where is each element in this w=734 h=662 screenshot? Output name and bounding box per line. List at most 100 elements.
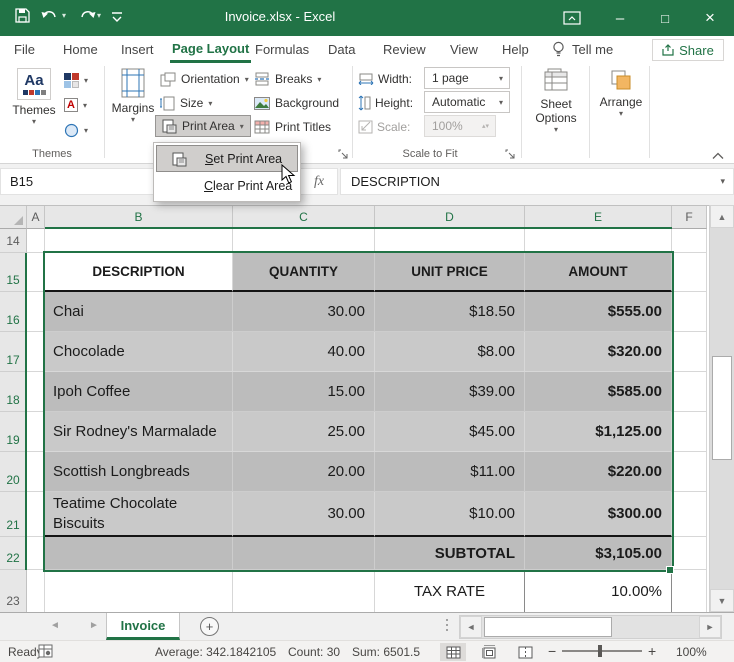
cell-B23[interactable] bbox=[45, 570, 233, 613]
sheet-nav-right-icon[interactable]: ► bbox=[89, 620, 99, 631]
tell-me-box[interactable]: Tell me bbox=[552, 36, 613, 63]
share-button[interactable]: Share bbox=[652, 39, 724, 61]
cell-C15[interactable]: QUANTITY bbox=[233, 253, 375, 292]
themes-button[interactable]: Aa Themes ▾ bbox=[10, 68, 58, 126]
macro-record-icon[interactable] bbox=[38, 644, 53, 661]
tab-page-layout[interactable]: Page Layout bbox=[170, 36, 251, 63]
scroll-right-icon[interactable]: ► bbox=[699, 616, 721, 638]
cell-A19[interactable] bbox=[27, 412, 45, 452]
column-header-e[interactable]: E bbox=[525, 206, 672, 229]
tab-insert[interactable]: Insert bbox=[119, 36, 156, 63]
row-header-18[interactable]: 18 bbox=[0, 372, 27, 412]
horizontal-scrollbar[interactable]: ◄ ► bbox=[459, 615, 722, 639]
redo-button[interactable]: ▾ bbox=[76, 9, 101, 23]
margins-button[interactable]: Margins ▾ bbox=[110, 68, 156, 124]
zoom-level[interactable]: 100% bbox=[676, 645, 707, 659]
normal-view-icon[interactable] bbox=[440, 643, 466, 661]
cell-C21[interactable]: 30.00 bbox=[233, 492, 375, 537]
cell-B22[interactable] bbox=[45, 537, 233, 570]
maximize-button[interactable]: □ bbox=[643, 0, 687, 36]
zoom-out-button[interactable]: − bbox=[548, 643, 556, 659]
row-header-16[interactable]: 16 bbox=[0, 292, 27, 332]
customize-qat-icon[interactable] bbox=[111, 9, 123, 23]
cell-C14[interactable] bbox=[233, 229, 375, 253]
breaks-button[interactable]: Breaks ▾ bbox=[254, 68, 321, 90]
cell-A16[interactable] bbox=[27, 292, 45, 332]
cell-D17[interactable]: $8.00 bbox=[375, 332, 525, 372]
cell-F14[interactable] bbox=[672, 229, 707, 253]
insert-function-button[interactable]: fx bbox=[300, 168, 338, 195]
cell-C22[interactable] bbox=[233, 537, 375, 570]
cell-D23[interactable]: TAX RATE bbox=[375, 570, 525, 613]
cell-F22[interactable] bbox=[672, 537, 707, 570]
select-all-button[interactable] bbox=[0, 206, 27, 229]
scale-spinner[interactable]: 100% ▴▾ bbox=[424, 115, 496, 137]
scroll-up-icon[interactable]: ▲ bbox=[710, 205, 734, 228]
width-select[interactable]: 1 page ▾ bbox=[424, 67, 510, 89]
orientation-button[interactable]: Orientation ▾ bbox=[160, 68, 249, 90]
cell-D15[interactable]: UNIT PRICE bbox=[375, 253, 525, 292]
tab-home[interactable]: Home bbox=[61, 36, 100, 63]
menu-item-set-print-area[interactable]: Set Print Area bbox=[156, 145, 298, 172]
cell-B19[interactable]: Sir Rodney's Marmalade bbox=[45, 412, 233, 452]
cell-C19[interactable]: 25.00 bbox=[233, 412, 375, 452]
tab-formulas[interactable]: Formulas bbox=[253, 36, 311, 63]
cell-F16[interactable] bbox=[672, 292, 707, 332]
row-header-20[interactable]: 20 bbox=[0, 452, 27, 492]
cell-A18[interactable] bbox=[27, 372, 45, 412]
cell-A21[interactable] bbox=[27, 492, 45, 537]
row-header-14[interactable]: 14 bbox=[0, 229, 27, 253]
scale-to-fit-dialog-launcher-icon[interactable] bbox=[505, 147, 518, 160]
cell-D21[interactable]: $10.00 bbox=[375, 492, 525, 537]
ribbon-display-options-button[interactable] bbox=[550, 0, 594, 36]
cell-E22[interactable]: $3,105.00 bbox=[525, 537, 672, 570]
column-header-b[interactable]: B bbox=[45, 206, 233, 229]
page-break-preview-icon[interactable] bbox=[512, 643, 538, 661]
save-icon[interactable] bbox=[14, 7, 31, 24]
size-button[interactable]: Size ▾ bbox=[160, 92, 212, 114]
zoom-slider-thumb[interactable] bbox=[598, 645, 602, 657]
cell-E23[interactable]: 10.00% bbox=[525, 570, 672, 613]
cell-E20[interactable]: $220.00 bbox=[525, 452, 672, 492]
cell-E16[interactable]: $555.00 bbox=[525, 292, 672, 332]
sheet-options-button[interactable]: Sheet Options ▾ bbox=[527, 68, 585, 134]
cell-E21[interactable]: $300.00 bbox=[525, 492, 672, 537]
sheet-nav-left-icon[interactable]: ◄ bbox=[50, 620, 60, 631]
cell-B18[interactable]: Ipoh Coffee bbox=[45, 372, 233, 412]
status-sum[interactable]: Sum: 6501.5 bbox=[352, 645, 420, 659]
cell-B21[interactable]: Teatime Chocolate Biscuits bbox=[45, 492, 233, 537]
close-button[interactable]: × bbox=[688, 0, 732, 36]
status-count[interactable]: Count: 30 bbox=[288, 645, 340, 659]
cell-B17[interactable]: Chocolade bbox=[45, 332, 233, 372]
scroll-left-icon[interactable]: ◄ bbox=[460, 616, 482, 638]
cell-F21[interactable] bbox=[672, 492, 707, 537]
new-sheet-button[interactable]: + bbox=[200, 617, 219, 636]
scroll-down-icon[interactable]: ▼ bbox=[710, 589, 734, 612]
tab-review[interactable]: Review bbox=[381, 36, 428, 63]
arrange-button[interactable]: Arrange ▾ bbox=[596, 68, 646, 118]
cell-E19[interactable]: $1,125.00 bbox=[525, 412, 672, 452]
row-header-17[interactable]: 17 bbox=[0, 332, 27, 372]
tab-view[interactable]: View bbox=[448, 36, 480, 63]
zoom-in-button[interactable]: + bbox=[648, 643, 656, 659]
column-header-f[interactable]: F bbox=[672, 206, 707, 229]
horizontal-scrollbar-thumb[interactable] bbox=[484, 617, 612, 637]
cell-F20[interactable] bbox=[672, 452, 707, 492]
cell-E15[interactable]: AMOUNT bbox=[525, 253, 672, 292]
print-area-button[interactable]: Print Area ▾ bbox=[155, 115, 251, 137]
cell-D18[interactable]: $39.00 bbox=[375, 372, 525, 412]
tab-help[interactable]: Help bbox=[500, 36, 531, 63]
tab-file[interactable]: File bbox=[12, 36, 37, 63]
column-header-d[interactable]: D bbox=[375, 206, 525, 229]
cell-A14[interactable] bbox=[27, 229, 45, 253]
cell-E17[interactable]: $320.00 bbox=[525, 332, 672, 372]
cell-C23[interactable] bbox=[233, 570, 375, 613]
theme-fonts-button[interactable]: A ▾ bbox=[64, 94, 87, 116]
undo-chevron-icon[interactable]: ▾ bbox=[62, 11, 66, 20]
page-layout-view-icon[interactable] bbox=[476, 643, 502, 661]
minimize-button[interactable]: – bbox=[598, 0, 642, 36]
cell-E14[interactable] bbox=[525, 229, 672, 253]
cell-D19[interactable]: $45.00 bbox=[375, 412, 525, 452]
cell-D16[interactable]: $18.50 bbox=[375, 292, 525, 332]
cell-D14[interactable] bbox=[375, 229, 525, 253]
